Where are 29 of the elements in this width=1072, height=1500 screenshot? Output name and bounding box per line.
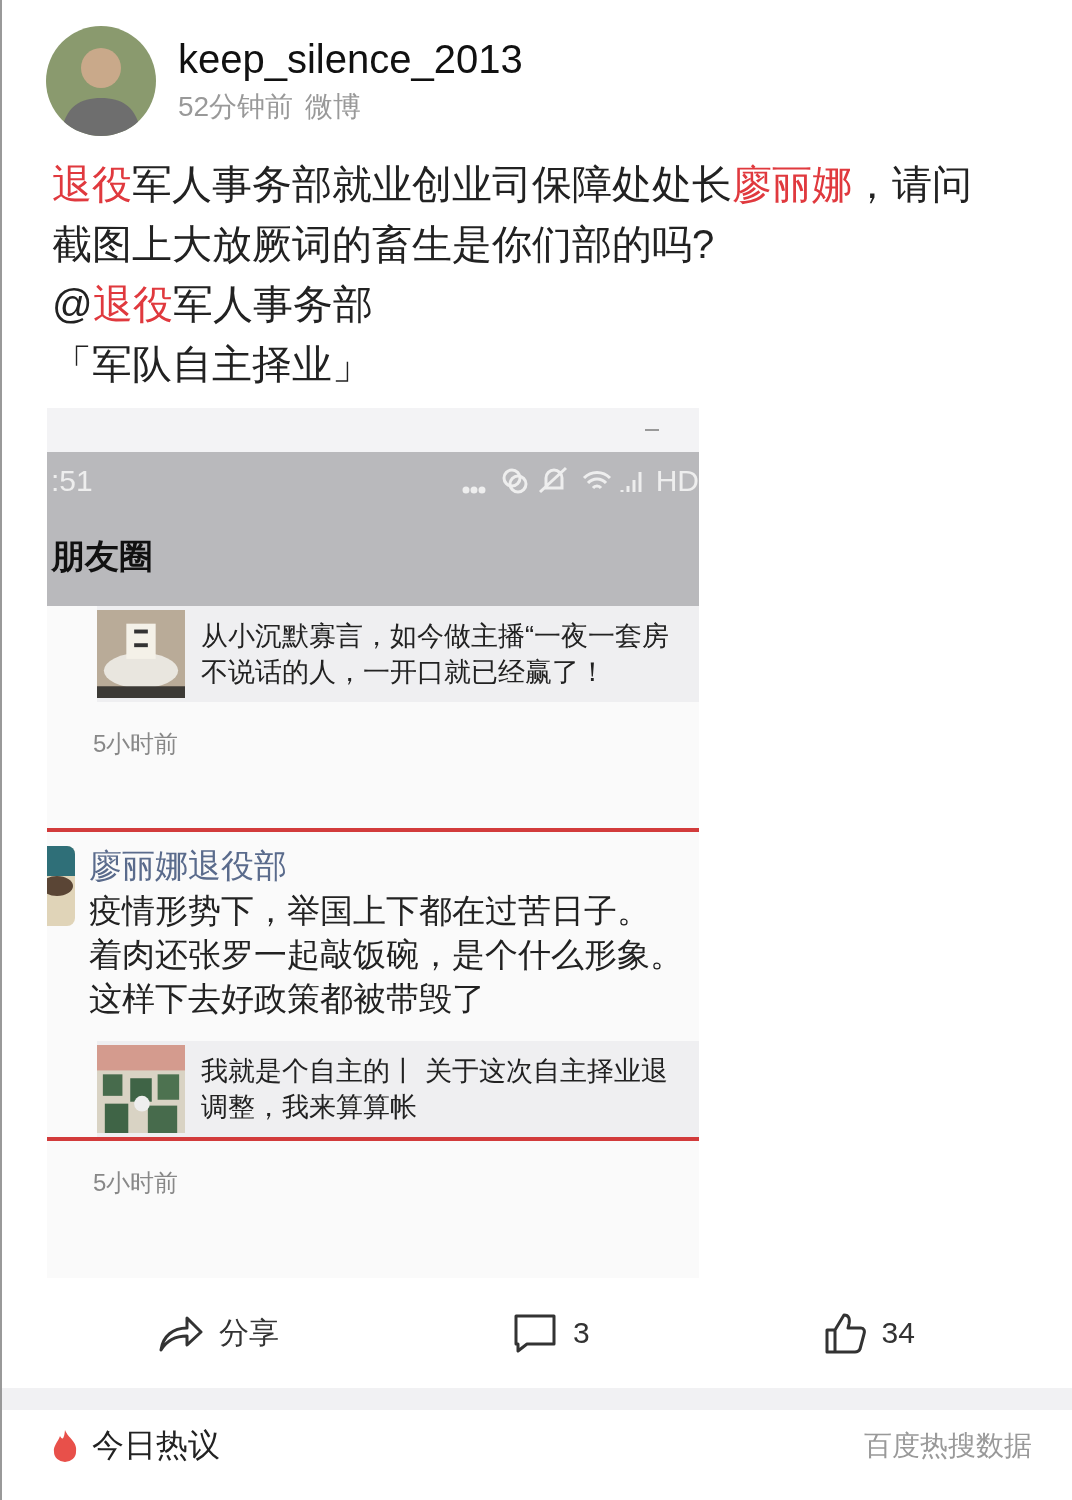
moment-author[interactable]: 廖丽娜退役部 — [89, 844, 683, 889]
post-time: 52分钟前 — [178, 89, 294, 124]
moment-text: 这样下去好政策都被带毁了 — [89, 979, 486, 1019]
like-button[interactable]: 34 — [817, 1311, 921, 1355]
moment-text: 着肉还张罗一起敲饭碗，是个什么形象。 — [89, 935, 683, 975]
link-card[interactable]: 我就是个自主的丨 关于这次自主择业退 调整，我来算算帐 — [97, 1041, 699, 1137]
link-title: 从小沉默寡言，如今做主播“一夜一套房 — [201, 620, 669, 653]
username[interactable]: keep_silence_2013 — [178, 36, 523, 82]
link-card[interactable]: 从小沉默寡言，如今做主播“一夜一套房 不说话的人，一开口就已经赢了！ — [97, 606, 699, 702]
moment-time: 5小时前 — [92, 729, 180, 759]
share-button[interactable]: 分享 — [153, 1311, 285, 1355]
section-title: 今日热议 — [92, 1426, 221, 1465]
link-title: 我就是个自主的丨 关于这次自主择业退 — [201, 1055, 668, 1088]
source-label: 百度热搜数据 — [864, 1429, 1032, 1463]
comment-button[interactable]: 3 — [506, 1312, 596, 1354]
flame-icon — [52, 1430, 78, 1462]
link-title: 调整，我来算算帐 — [201, 1091, 418, 1124]
moment-text: 疫情形势下，举国上下都在过苦日子。 — [89, 891, 651, 931]
post-text: @退役军人事务部 — [52, 281, 374, 328]
post-text: 退役军人事务部就业创业司保障处处长廖丽娜，请问截图上大放厥词的畜生是你们部的吗? — [52, 161, 973, 268]
post-text: 「军队自主择业」 — [52, 341, 373, 388]
moment-time: 5小时前 — [92, 1168, 180, 1198]
minimize-icon — [645, 429, 659, 431]
post-source: 微博 — [305, 89, 362, 124]
link-title: 不说话的人，一开口就已经赢了！ — [201, 656, 607, 689]
comment-icon — [512, 1313, 557, 1353]
thumbs-up-icon — [823, 1312, 866, 1354]
share-icon — [159, 1314, 203, 1352]
page-title: 朋友圈 — [51, 536, 154, 577]
